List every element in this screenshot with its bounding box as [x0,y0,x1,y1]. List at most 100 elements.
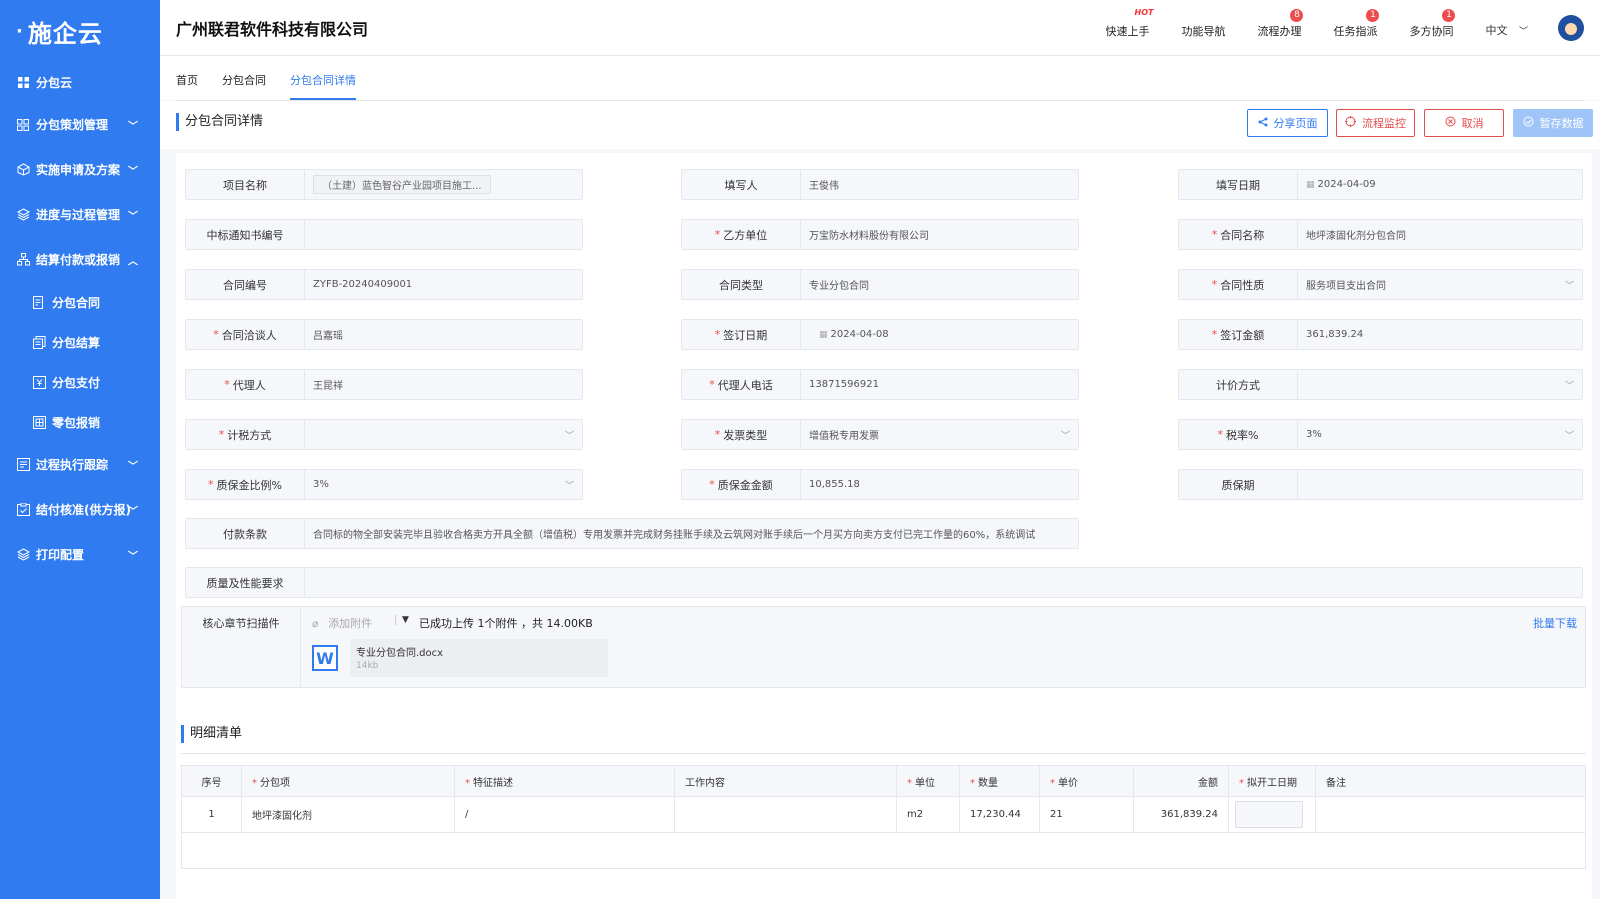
tax-rate-select: * 税率% 3% ﹀ [1178,419,1583,450]
table-header-row: 序号 * 分包项 * 特征描述 工作内容 * 单位 * 数量 * 单价 金额 * 拟开工日期… [181,765,1586,797]
paperclip-icon: ⌀ [312,617,319,630]
file-name: 专业分包合同.docx [356,648,444,659]
tab-contract[interactable]: 分包合同 [222,56,266,100]
party-b-field: * 乙方单位 万宝防水材料股份有限公司 [681,219,1079,250]
attachment-field: 核心章节扫描件 ⌀ 添加附件 ▼ 已成功上传 1个附件 ，共 14.00KB 批… [181,606,1586,688]
contract-type-field: 合同类型 专业分包合同 [681,269,1079,300]
detail-table: 序号 * 分包项 * 特征描述 工作内容 * 单位 * 数量 * 单价 金额 * 拟开工日期… [181,765,1586,869]
monitor-icon [1345,116,1356,130]
upload-info: 已成功上传 1个附件 ，共 14.00KB [419,617,593,630]
chevron-down-icon: ﹀ [128,121,138,132]
logo: · 施企云 [16,19,103,48]
col-qty: * 数量 [959,765,1040,797]
negotiator-field: * 合同洽谈人 吕嘉瑶 [185,319,583,350]
flow-monitor-button[interactable]: 流程监控 [1336,109,1415,137]
col-price: * 单价 [1039,765,1134,797]
detail-section-title: 明细清单 [181,725,242,743]
chevron-up-icon: ︿ [128,256,138,267]
process-badge: 8 [1290,9,1304,22]
share-icon [1258,117,1268,130]
write-date-field: 填写日期 ▦ 2024-04-09 [1178,169,1583,200]
contract-icon [32,295,46,309]
col-remark: 备注 [1315,765,1586,797]
agent-field: * 代理人 王昆祥 [185,369,583,400]
notice-no-field: 中标通知书编号 [185,219,583,250]
quick-start-link[interactable]: 快速上手 HOT [1105,8,1153,39]
breadcrumb-tabs: 首页 分包合同 分包合同详情 [160,56,1600,100]
hot-badge: HOT [1134,8,1154,17]
sidebar: · 施企云 分包云 分包策划管理 ﹀ 实施申请及方案 ﹀ 进度与过程管理 ﹀ 结算… [0,0,160,899]
retention-ratio-select: * 质保金比例% 3% ﹀ [185,469,583,500]
chevron-down-icon: ﹀ [128,461,138,472]
cancel-button[interactable]: 取消 [1424,109,1504,137]
file-size: 14kb [356,661,379,671]
sidebar-item-progress[interactable]: 进度与过程管理 ﹀ [0,192,160,237]
tab-home[interactable]: 首页 [176,56,198,100]
quality-field: 质量及性能要求 [185,567,1583,598]
chevron-down-icon: ﹀ [564,481,574,491]
approve-icon [16,503,30,517]
start-date-input[interactable] [1235,801,1303,828]
chevron-down-icon: ﹀ [1564,381,1574,391]
warranty-field: 质保期 [1178,469,1583,500]
contract-name-field: * 合同名称 地坪漆固化剂分包合同 [1178,219,1583,250]
collab-badge: 1 [1442,9,1456,22]
add-attachment-button[interactable]: ⌀ 添加附件 [312,615,372,631]
close-circle-icon [1445,116,1456,130]
col-item: * 分包项 [241,765,455,797]
share-button[interactable]: 分享页面 [1247,109,1328,137]
sidebar-item-planning[interactable]: 分包策划管理 ﹀ [0,102,160,147]
page-header: 分包合同详情 分享页面 流程监控 取消 暂存数据 [160,101,1600,149]
print-icon [16,548,30,562]
calendar-icon: ▦ [819,329,828,340]
word-file-icon: W [312,645,338,671]
sidebar-item-approve[interactable]: 结付核准(供方报) ﹀ [0,487,160,532]
project-tag: （土建）蓝色智谷产业园项目施工... [313,175,491,194]
sidebar-item-home[interactable]: 分包云 [0,62,160,102]
save-draft-button[interactable]: 暂存数据 [1513,109,1593,137]
col-unit: * 单位 [896,765,960,797]
invoice-type-select: * 发票类型 增值税专用发票 ﹀ [681,419,1079,450]
cube-icon [16,163,30,177]
chevron-down-icon: ﹀ [1060,431,1070,441]
company-name: 广州联君软件科技有限公司 [176,19,369,39]
page-title: 分包合同详情 [176,113,263,131]
collab-link[interactable]: 多方协同 1 [1409,9,1456,39]
chevron-down-icon: ﹀ [564,431,574,441]
batch-download-link[interactable]: 批量下载 [1533,615,1577,631]
col-desc: * 特征描述 [454,765,675,797]
caret-down-icon[interactable]: ▼ [395,615,409,625]
process-link[interactable]: 流程办理 8 [1257,9,1304,39]
function-nav-link[interactable]: 功能导航 [1181,17,1225,39]
attachment-file[interactable]: W 专业分包合同.docx 14kb [312,639,612,677]
sidebar-item-tracking[interactable]: 过程执行跟踪 ﹀ [0,442,160,487]
sidebar-item-print[interactable]: 打印配置 ﹀ [0,532,160,577]
tab-contract-detail[interactable]: 分包合同详情 [290,56,356,100]
org-icon [16,253,30,267]
top-header: 广州联君软件科技有限公司 快速上手 HOT 功能导航 流程办理 8 任务指派 1… [160,0,1600,56]
language-select[interactable]: 中文 ﹀ [1485,18,1528,38]
retention-amount-field: * 质保金金额 10,855.18 [681,469,1079,500]
col-content: 工作内容 [674,765,897,797]
contract-no-field: 合同编号 ZYFB-20240409001 [185,269,583,300]
agent-phone-field: * 代理人电话 13871596921 [681,369,1079,400]
contract-nature-select: * 合同性质 服务项目支出合同 ﹀ [1178,269,1583,300]
sidebar-item-pay[interactable]: 分包支付 [0,362,160,402]
col-start-date: * 拟开工日期 [1228,765,1316,797]
chevron-down-icon: ﹀ [1564,281,1574,291]
avatar[interactable] [1558,15,1584,41]
layers-icon [16,208,30,222]
sidebar-item-settle[interactable]: 分包结算 [0,322,160,362]
grid-icon [16,118,30,132]
task-badge: 1 [1366,9,1380,22]
chevron-down-icon: ﹀ [1518,27,1528,37]
chevron-down-icon: ﹀ [128,166,138,177]
chevron-down-icon: ﹀ [128,506,138,517]
chevron-down-icon: ﹀ [128,211,138,222]
sidebar-item-contract[interactable]: 分包合同 [0,282,160,322]
sidebar-item-apply[interactable]: 实施申请及方案 ﹀ [0,147,160,192]
task-link[interactable]: 任务指派 1 [1333,9,1380,39]
check-circle-icon [1523,116,1534,130]
sidebar-item-settlement[interactable]: 结算付款或报销 ︿ [0,237,160,282]
sidebar-item-reimburse[interactable]: 零包报销 [0,402,160,442]
